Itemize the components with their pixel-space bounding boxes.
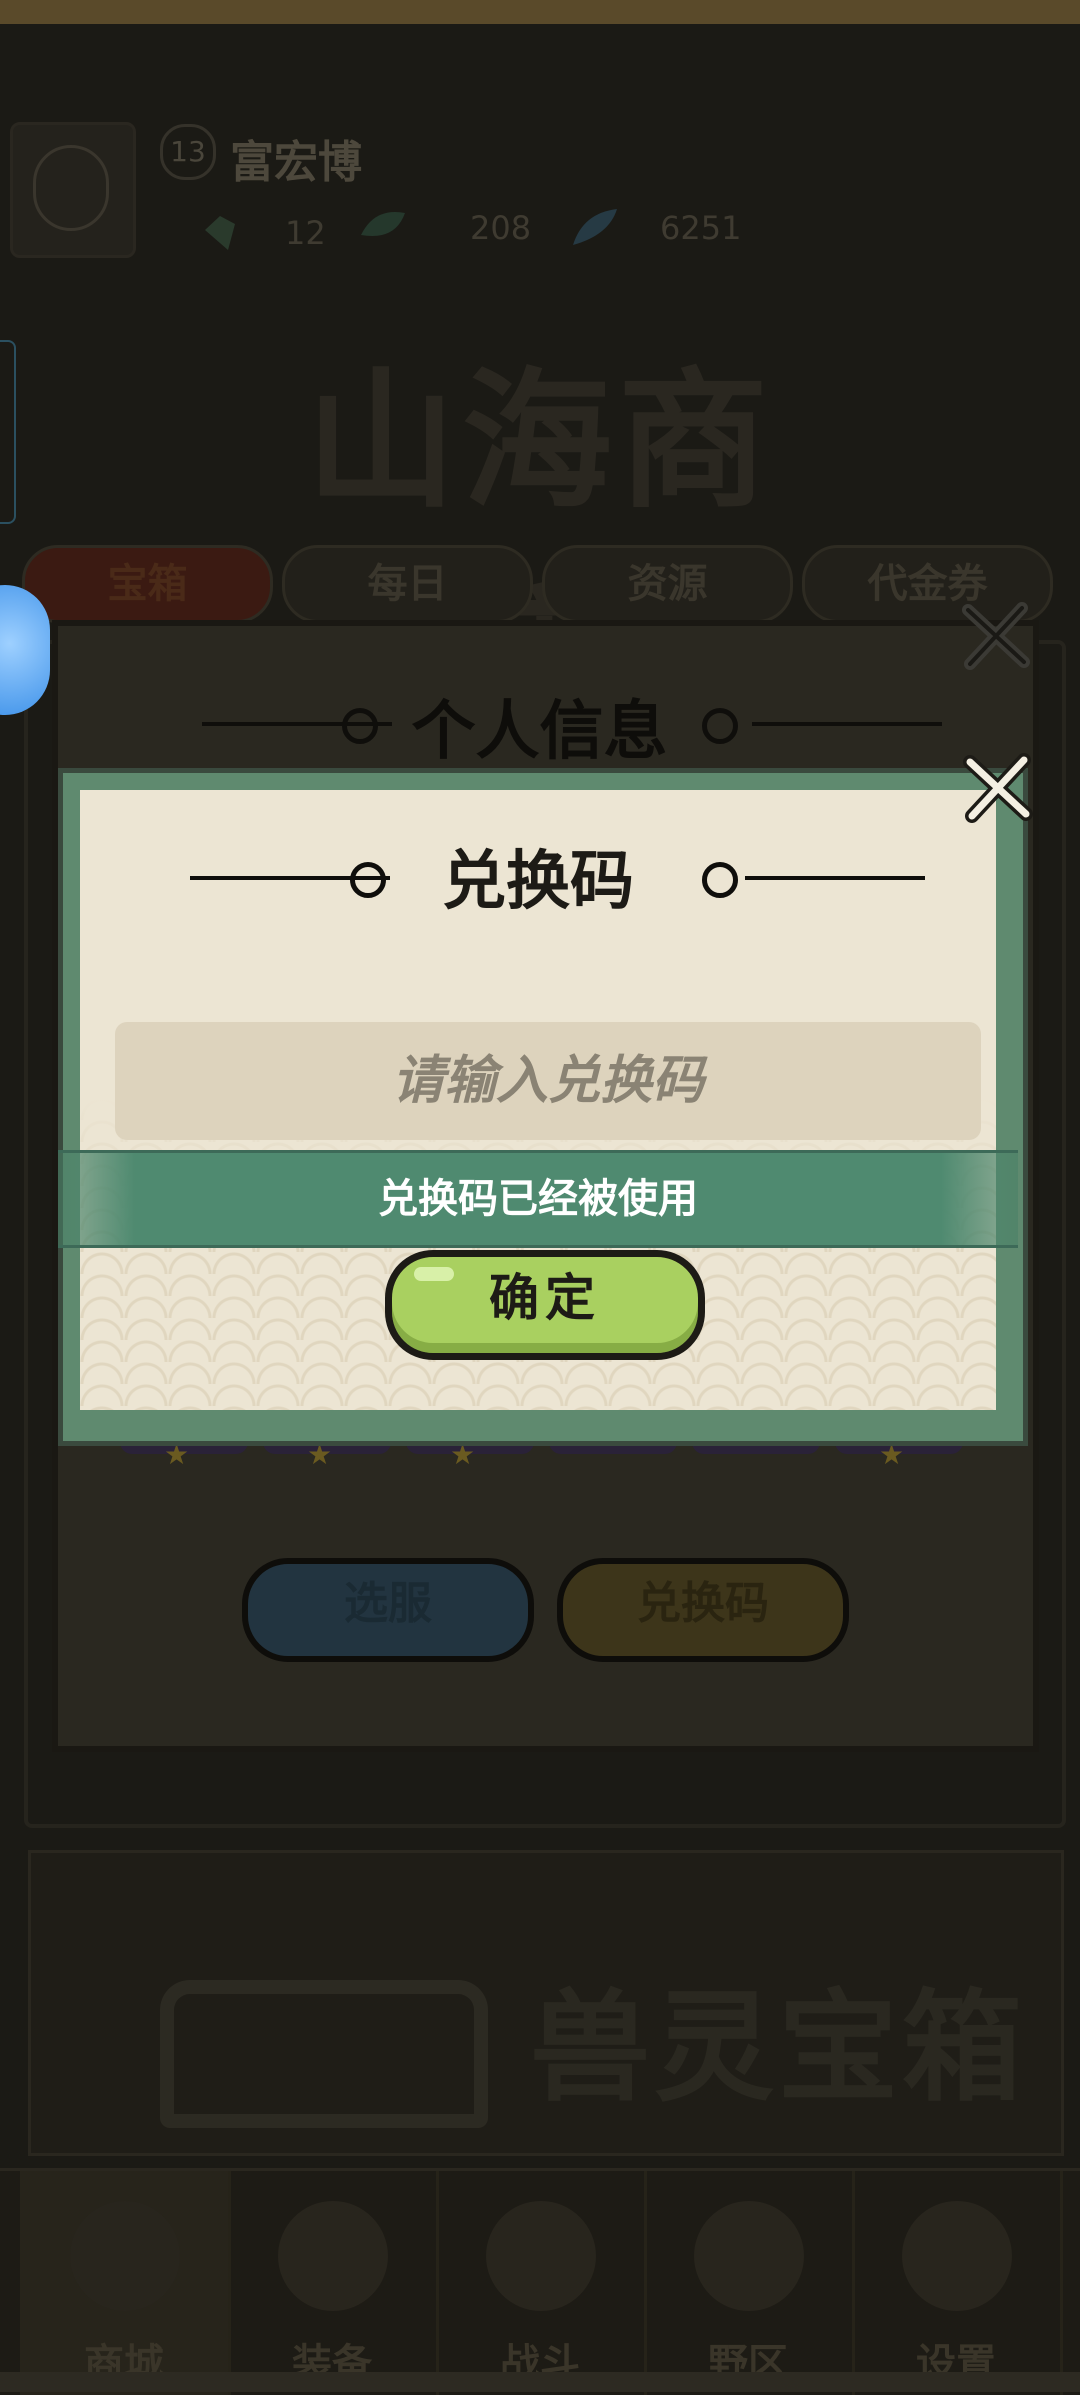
nav-item-battle[interactable]: 战斗 bbox=[436, 2171, 647, 2395]
ornament-line bbox=[752, 722, 942, 726]
select-server-button[interactable]: 选服 bbox=[242, 1558, 534, 1662]
store-icon bbox=[70, 2201, 180, 2311]
equipment-icon bbox=[278, 2201, 388, 2311]
tab-resources[interactable]: 资源 bbox=[542, 545, 793, 623]
ornament-line bbox=[745, 876, 925, 880]
tab-daily[interactable]: 每日 bbox=[282, 545, 533, 623]
crossed-swords-icon bbox=[486, 2201, 596, 2311]
nav-item-equipment[interactable]: 装备 bbox=[228, 2171, 439, 2395]
redeem-title-row: 兑换码 bbox=[80, 830, 996, 920]
banner-title: 兽灵宝箱 bbox=[530, 1977, 1026, 2118]
feather-icon bbox=[573, 209, 617, 245]
close-icon[interactable] bbox=[958, 598, 1034, 674]
personal-info-title-row: 个人信息 bbox=[52, 680, 1027, 769]
confirm-label: 确定 bbox=[489, 1269, 601, 1327]
player-avatar[interactable] bbox=[10, 122, 136, 258]
toast-text: 兑换码已经被使用 bbox=[378, 1176, 698, 1222]
nav-item-store[interactable]: 商城 bbox=[20, 2171, 231, 2395]
settings-icon bbox=[902, 2201, 1012, 2311]
mountain-icon bbox=[694, 2201, 804, 2311]
resource-leaf: 208 bbox=[355, 205, 535, 251]
side-tab[interactable] bbox=[0, 340, 16, 524]
bottom-stripe bbox=[0, 2372, 1080, 2392]
resource-feather: 6251 bbox=[565, 205, 765, 251]
resource-gem: 12 bbox=[200, 210, 350, 256]
status-bar bbox=[0, 0, 1080, 24]
player-level-badge: 13 bbox=[160, 124, 216, 180]
toast-message: 兑换码已经被使用 bbox=[58, 1150, 1018, 1248]
player-name: 富宏博 bbox=[230, 137, 362, 188]
ornament-curl-icon bbox=[702, 862, 738, 898]
ornament-curl-icon bbox=[702, 708, 738, 744]
resource-leaf-value: 208 bbox=[470, 209, 532, 247]
confirm-button[interactable]: 确定 bbox=[385, 1250, 705, 1360]
close-icon[interactable] bbox=[958, 748, 1038, 828]
leaf-icon bbox=[361, 211, 405, 237]
tab-chest[interactable]: 宝箱 bbox=[22, 545, 273, 623]
personal-info-title: 个人信息 bbox=[411, 695, 668, 769]
shop-tabs: 宝箱 每日 资源 代金券 bbox=[22, 545, 1062, 625]
avatar-face bbox=[33, 145, 109, 231]
resource-feather-value: 6251 bbox=[660, 209, 742, 247]
resource-gem-value: 12 bbox=[285, 214, 326, 252]
bottom-nav: 商城 装备 战斗 野区 设置 bbox=[0, 2168, 1080, 2395]
nav-item-wild[interactable]: 野区 bbox=[644, 2171, 855, 2395]
nav-item-settings[interactable]: 设置 bbox=[852, 2171, 1063, 2395]
chest-icon bbox=[160, 1980, 488, 2128]
gem-icon bbox=[205, 216, 235, 250]
redeem-code-input[interactable] bbox=[115, 1022, 981, 1140]
button-highlight bbox=[414, 1267, 454, 1281]
open-redeem-button[interactable]: 兑换码 bbox=[557, 1558, 849, 1662]
